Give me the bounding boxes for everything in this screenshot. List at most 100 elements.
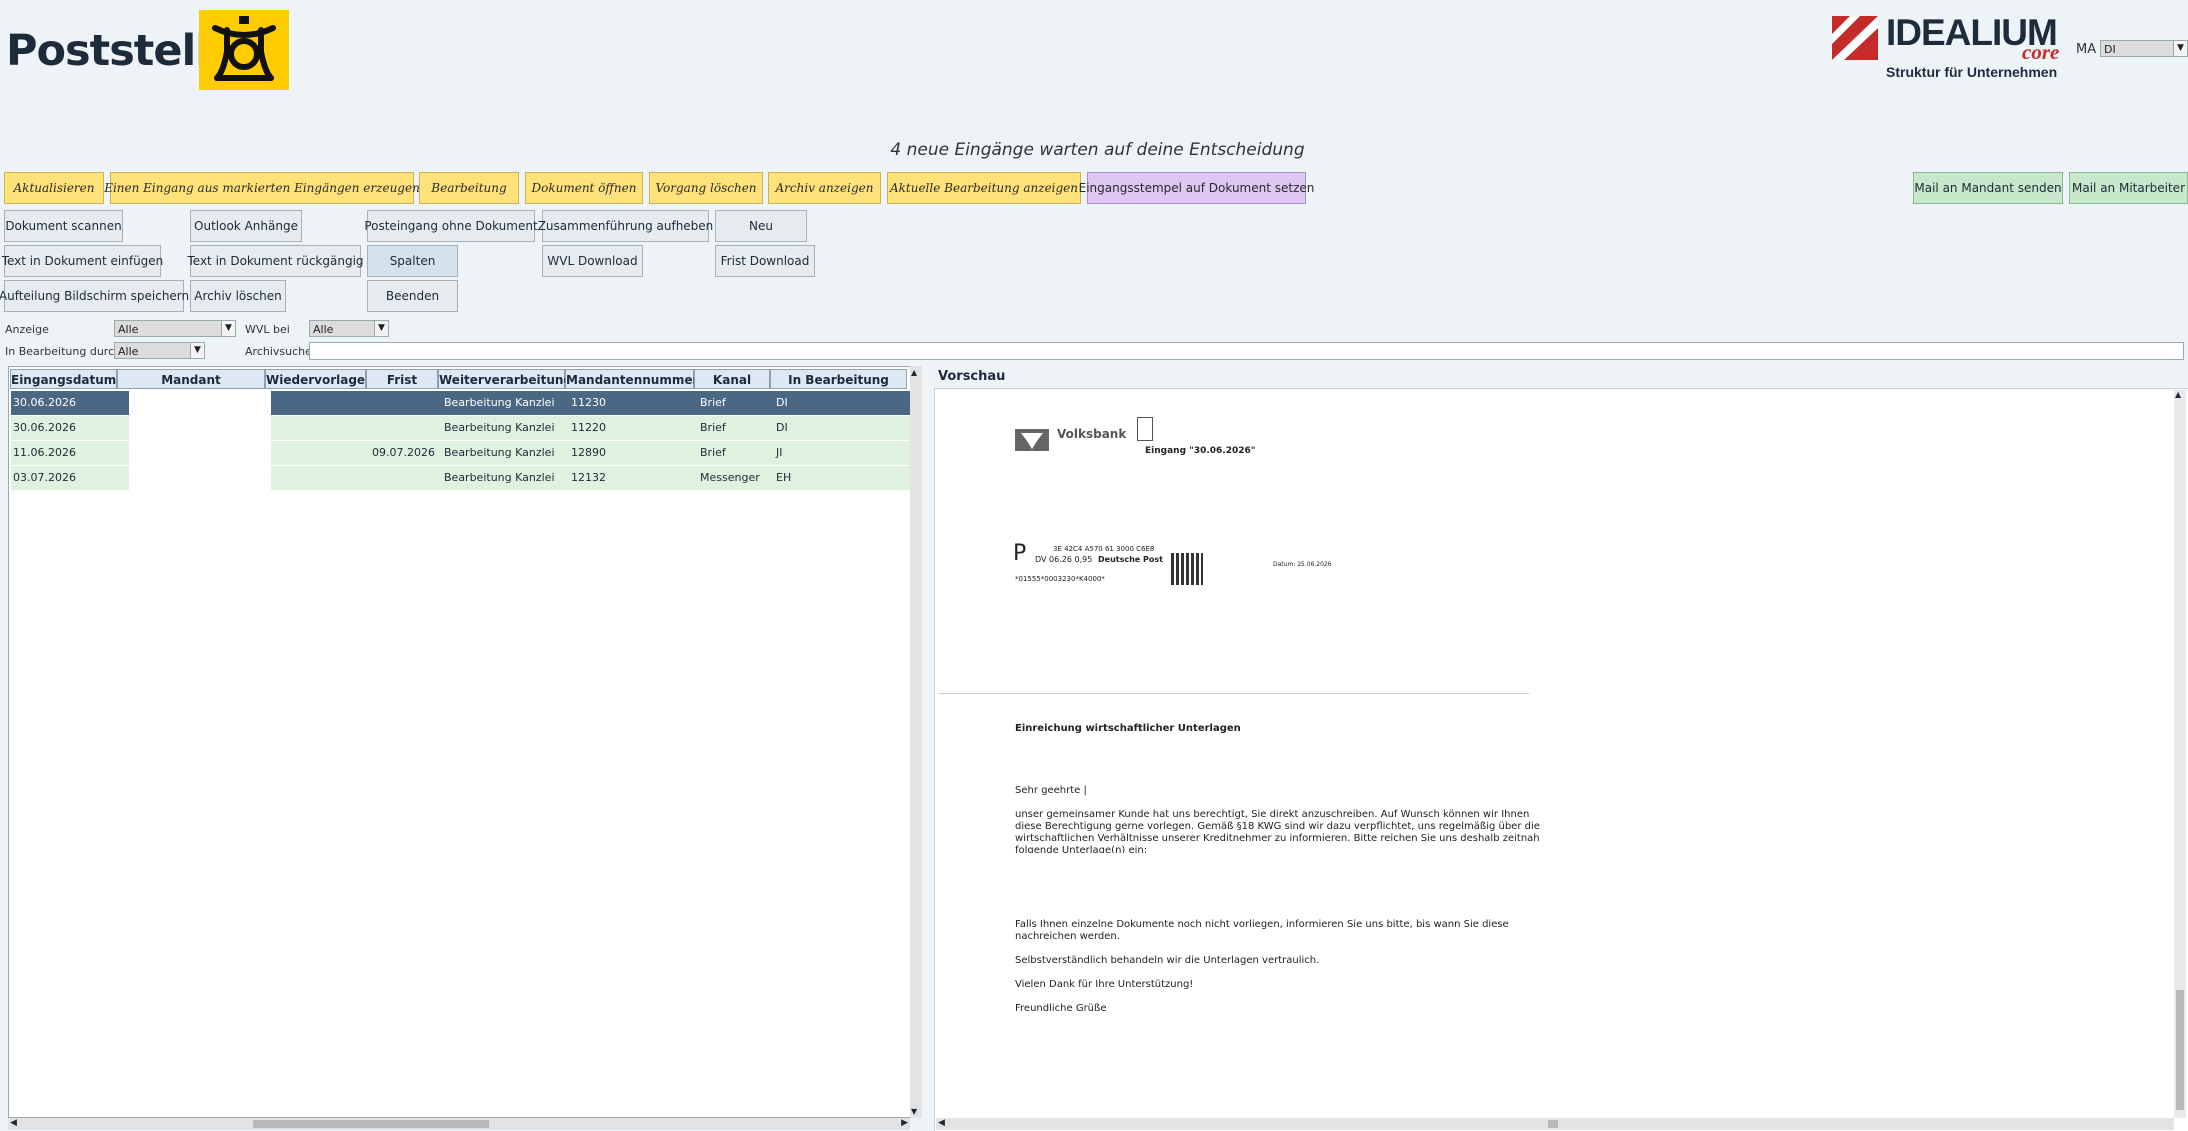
column-header-client-number[interactable]: Mandantennummer <box>565 369 698 389</box>
preview-vertical-scrollbar[interactable]: ▲ <box>2174 390 2186 1118</box>
cell-channel: Brief <box>700 446 726 459</box>
cell-client <box>129 441 271 465</box>
cell-client-number: 12890 <box>571 446 606 459</box>
letter-line: unser gemeinsamer Kunde hat uns berechti… <box>1015 809 1530 820</box>
qr-code-icon <box>1171 553 1203 585</box>
ma-select-value: DI <box>2104 43 2116 56</box>
letter-subject: Einreichung wirtschaftlicher Unterlagen <box>1015 723 1241 734</box>
show-current-processing-button[interactable]: Aktuelle Bearbeitung anzeigen <box>887 172 1081 204</box>
scroll-thumb[interactable] <box>1548 1120 1558 1128</box>
in-processing-select[interactable]: Alle ▼ <box>114 342 205 359</box>
archive-search-input[interactable] <box>309 342 2184 360</box>
post-horn-icon <box>212 16 276 81</box>
cell-in-processing: JI <box>776 446 783 459</box>
column-header-resubmission[interactable]: Wiedervorlage <box>265 369 366 389</box>
letter-date: Datum: 25.06.2026 <box>1273 561 1332 568</box>
column-header-client[interactable]: Mandant <box>117 369 265 389</box>
scroll-thumb[interactable] <box>253 1120 489 1128</box>
column-header-channel[interactable]: Kanal <box>694 369 770 389</box>
show-archive-button[interactable]: Archiv anzeigen <box>768 172 881 204</box>
cell-client-number: 11220 <box>571 421 606 434</box>
wvl-download-button[interactable]: WVL Download <box>542 245 643 277</box>
delete-archive-button[interactable]: Archiv löschen <box>190 280 286 312</box>
save-layout-button[interactable]: Aufteilung Bildschirm speichern <box>0 280 189 312</box>
undo-merge-button[interactable]: Zusammenführung aufheben <box>538 210 713 242</box>
columns-button[interactable]: Spalten <box>367 245 458 277</box>
column-header-in-processing[interactable]: In Bearbeitung durch <box>770 369 907 407</box>
insert-text-button[interactable]: Text in Dokument einfügen <box>2 245 163 277</box>
scroll-right-icon[interactable]: ▶ <box>901 1118 908 1128</box>
wvl-label: WVL bei <box>245 323 290 336</box>
chevron-down-icon: ▼ <box>190 343 204 358</box>
scroll-thumb[interactable] <box>2176 990 2184 1110</box>
cell-in-processing: DI <box>776 421 788 434</box>
brand-mark-icon <box>1832 16 1878 60</box>
bank-name: Volksbank <box>1057 427 1127 441</box>
scroll-left-icon[interactable]: ◀ <box>938 1118 945 1128</box>
refresh-button[interactable]: Aktualisieren <box>4 172 104 204</box>
cell-client-number: 12132 <box>571 471 606 484</box>
volksbank-logo-icon <box>1015 429 1049 451</box>
chevron-down-icon: ▼ <box>2173 41 2187 56</box>
cell-client <box>129 391 271 415</box>
cell-client <box>129 466 271 490</box>
scroll-left-icon[interactable]: ◀ <box>10 1118 17 1128</box>
postage-dv: DV 06.26 0,95 <box>1035 555 1093 564</box>
scan-document-button[interactable]: Dokument scannen <box>4 210 123 242</box>
mail-employee-button[interactable]: Mail an Mitarbeiter <box>2069 172 2188 204</box>
preview-horizontal-scrollbar[interactable]: ◀ <box>936 1118 2174 1130</box>
undo-text-button[interactable]: Text in Dokument rückgängig <box>187 245 364 277</box>
table-row[interactable]: 30.06.2026 Bearbeitung Kanzlei 11220 Bri… <box>11 416 910 440</box>
scroll-up-icon[interactable]: ▲ <box>2175 390 2181 399</box>
display-select[interactable]: Alle ▼ <box>114 320 236 337</box>
scroll-down-icon[interactable]: ▼ <box>911 1107 917 1116</box>
deadline-download-button[interactable]: Frist Download <box>715 245 815 277</box>
table-row[interactable]: 03.07.2026 Bearbeitung Kanzlei 12132 Mes… <box>11 466 910 490</box>
column-header-deadline[interactable]: Frist <box>366 369 438 389</box>
table-vertical-scrollbar[interactable]: ▲ ▼ <box>910 366 922 1118</box>
ma-label: MA <box>2076 42 2097 57</box>
table-row[interactable]: 11.06.2026 09.07.2026 Bearbeitung Kanzle… <box>11 441 910 465</box>
delete-case-button[interactable]: Vorgang löschen <box>649 172 763 204</box>
table-horizontal-scrollbar[interactable]: ◀ ▶ <box>8 1118 910 1130</box>
new-button[interactable]: Neu <box>715 210 807 242</box>
deutsche-post-text: Deutsche Post <box>1098 555 1163 564</box>
barcode-line: *01555*0003230*K4000* <box>1015 575 1105 583</box>
processing-button[interactable]: Bearbeitung <box>419 172 519 204</box>
cell-further-processing: Bearbeitung Kanzlei <box>444 396 555 409</box>
column-header-further-processing[interactable]: Weiterverarbeitung <box>438 369 572 389</box>
quit-button[interactable]: Beenden <box>367 280 458 312</box>
deutsche-post-logo <box>199 10 289 90</box>
scroll-up-icon[interactable]: ▲ <box>911 368 917 377</box>
column-header-date[interactable]: Eingangsdatum <box>10 369 117 389</box>
preview-pane[interactable]: Volksbank Eingang "30.06.2026" P 3E 42C4… <box>934 388 2188 1131</box>
outlook-attachments-button[interactable]: Outlook Anhänge <box>190 210 302 242</box>
wvl-select[interactable]: Alle ▼ <box>309 320 389 337</box>
cell-client <box>129 416 271 440</box>
merge-entries-button[interactable]: Einen Eingang aus markierten Eingängen e… <box>104 172 420 204</box>
idealium-logo: IDEALIUM core Struktur für Unternehmen <box>1832 12 2062 84</box>
cell-channel: Brief <box>700 421 726 434</box>
received-stamp: Eingang "30.06.2026" <box>1145 446 1256 456</box>
wvl-select-value: Alle <box>313 323 334 336</box>
entries-table: Eingangsdatum Mandant Wiedervorlage Fris… <box>8 366 914 1118</box>
cell-further-processing: Bearbeitung Kanzlei <box>444 471 555 484</box>
fold-line <box>939 693 1529 694</box>
chevron-down-icon: ▼ <box>221 321 235 336</box>
open-document-button[interactable]: Dokument öffnen <box>525 172 643 204</box>
cell-deadline: 09.07.2026 <box>372 446 435 459</box>
letter-line: diese Berechtigung gerne vorlegen. Gemäß… <box>1015 821 1540 832</box>
cell-further-processing: Bearbeitung Kanzlei <box>444 446 555 459</box>
in-processing-select-value: Alle <box>118 345 139 358</box>
brand-tagline: Struktur für Unternehmen <box>1886 64 2058 80</box>
letter-line: Vielen Dank für Ihre Unterstützung! <box>1015 979 1194 990</box>
table-row[interactable]: 30.06.2026 Bearbeitung Kanzlei 11230 Bri… <box>11 391 910 415</box>
postal-code-line: 3E 42C4 A570 61 3000 C6E8 <box>1053 545 1155 553</box>
inbox-without-document-button[interactable]: Posteingang ohne Dokument <box>364 210 538 242</box>
set-stamp-button[interactable]: Eingangsstempel auf Dokument setzen <box>1079 172 1314 204</box>
mail-client-button[interactable]: Mail an Mandant senden <box>1913 172 2063 204</box>
brand-sub: core <box>2022 40 2060 64</box>
ma-select[interactable]: DI ▼ <box>2100 40 2188 57</box>
cell-in-processing: EH <box>776 471 792 484</box>
cell-channel: Messenger <box>700 471 760 484</box>
